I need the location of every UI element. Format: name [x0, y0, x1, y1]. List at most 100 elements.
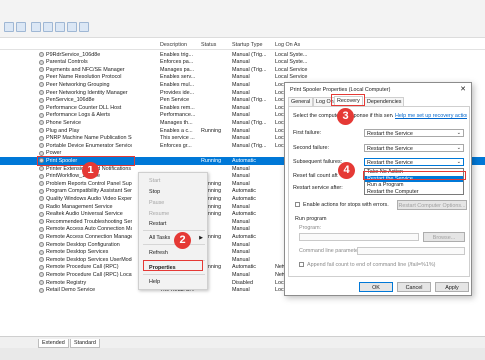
first-failure-select[interactable]: Restart the Service ⌄	[364, 129, 464, 137]
subsequent-failures-value: Restart the Service	[367, 160, 413, 166]
dialog-title: Print Spooler Properties (Local Computer…	[290, 87, 391, 93]
service-description: Enables mul...	[160, 81, 195, 88]
service-description: Manages pa...	[160, 66, 195, 73]
export-icon[interactable]	[67, 22, 77, 32]
service-name: Remote Desktop Services	[46, 249, 109, 256]
service-gear-icon	[39, 234, 44, 240]
service-name: Retail Demo Service	[46, 287, 96, 294]
service-gear-icon	[39, 128, 44, 133]
service-gear-icon	[39, 204, 44, 209]
tab-extended[interactable]: Extended	[38, 339, 69, 348]
step-4-badge: 4	[338, 162, 355, 179]
browse-button[interactable]: Browse...	[423, 232, 465, 242]
service-description: Enforces pa...	[160, 59, 194, 66]
service-description: Enables a c...	[160, 127, 193, 134]
apply-button[interactable]: Apply	[435, 282, 469, 292]
col-status[interactable]: Status	[201, 42, 216, 48]
menu-pause[interactable]: Pause	[149, 200, 164, 206]
service-gear-icon	[39, 74, 44, 80]
restart-computer-options-button[interactable]: Restart Computer Options...	[397, 200, 467, 210]
service-startup-type: Disabled	[232, 279, 253, 286]
service-name: Power	[46, 150, 62, 157]
list-header: Description Status Startup Type Log On A…	[0, 41, 485, 50]
service-startup-type: Manual	[232, 203, 250, 210]
help-link[interactable]: Help me set up recovery actions.	[395, 113, 467, 119]
subsequent-failures-select[interactable]: Restart the Service ⌄	[364, 158, 464, 166]
service-startup-type: Manual (Trig...	[232, 142, 267, 149]
col-startup-type[interactable]: Startup Type	[232, 42, 262, 48]
tab-dependencies[interactable]: Dependencies	[364, 97, 405, 106]
enable-actions-label: Enable actions for stops with errors.	[303, 202, 389, 208]
print-spooler-highlight	[37, 156, 135, 167]
service-gear-icon	[39, 166, 44, 171]
service-log-on-as: Local Syste...	[275, 51, 308, 58]
service-row[interactable]: P9RdrService_106d8e Enables trig... Manual…	[0, 51, 485, 58]
console-tree-icon[interactable]	[31, 22, 41, 32]
service-gear-icon	[39, 97, 44, 103]
service-row[interactable]: Peer Name Resolution Protocol Enables ser…	[0, 74, 485, 81]
refresh-icon[interactable]	[55, 22, 65, 32]
service-startup-type: Manual	[232, 112, 250, 119]
service-startup-type: Manual	[232, 74, 250, 81]
service-description: Enables rem...	[160, 104, 195, 111]
enable-actions-checkbox[interactable]	[295, 202, 300, 207]
properties-icon[interactable]	[43, 22, 53, 32]
run-program-group: Run program	[295, 216, 327, 222]
ok-button[interactable]: OK	[359, 282, 393, 292]
chevron-down-icon: ⌄	[456, 159, 461, 165]
menu-stop[interactable]: Stop	[149, 189, 160, 195]
menu-resume[interactable]: Resume	[149, 211, 169, 217]
service-name: Remote Desktop Configuration	[46, 241, 120, 248]
second-failure-value: Restart the Service	[367, 146, 413, 152]
service-row[interactable]: Parental Controls Enforces pa... Manual Loc…	[0, 59, 485, 66]
forward-icon[interactable]	[16, 22, 26, 32]
service-name: Parental Controls	[46, 59, 88, 66]
menu-refresh[interactable]: Refresh	[149, 250, 168, 256]
service-name: Portable Device Enumerator Service	[46, 142, 132, 149]
cancel-button[interactable]: Cancel	[397, 282, 431, 292]
menu-help[interactable]: Help	[149, 279, 160, 285]
menu-start[interactable]: Start	[149, 178, 160, 184]
help-icon[interactable]	[79, 22, 89, 32]
service-startup-type: Automatic	[232, 195, 256, 202]
service-gear-icon	[39, 249, 44, 255]
service-startup-type: Automatic	[232, 157, 256, 164]
service-row[interactable]: Payments and NFC/SE Manager Manages pa...…	[0, 66, 485, 73]
back-icon[interactable]	[4, 22, 14, 32]
menu-all-tasks[interactable]: All Tasks	[149, 235, 170, 241]
service-gear-icon	[39, 188, 44, 194]
service-name: Remote Registry	[46, 279, 87, 286]
service-description: Performance...	[160, 112, 196, 119]
col-description[interactable]: Description	[160, 42, 187, 48]
service-name: Performance Counter DLL Host	[46, 104, 122, 111]
append-fail-count-checkbox[interactable]	[299, 262, 304, 267]
step-2-badge: 2	[174, 232, 191, 249]
service-startup-type: Manual	[232, 104, 250, 111]
tab-general[interactable]: General	[288, 97, 314, 106]
service-name: Remote Desktop Services UserMode Port Re…	[46, 256, 132, 263]
command-params-field[interactable]	[357, 247, 465, 255]
service-name: Performance Logs & Alerts	[46, 112, 111, 119]
close-icon[interactable]: ✕	[460, 85, 466, 93]
option-restart-computer[interactable]: Restart the Computer	[365, 189, 463, 196]
service-startup-type: Automatic	[232, 264, 256, 271]
restart-after-label: Restart service after:	[293, 185, 343, 191]
col-log-on-as[interactable]: Log On As	[275, 42, 300, 48]
service-gear-icon	[39, 112, 44, 118]
service-status: Running	[201, 157, 222, 164]
service-startup-type: Manual	[232, 81, 250, 88]
service-name: Peer Name Resolution Protocol	[46, 74, 122, 81]
menu-restart[interactable]: Restart	[149, 221, 166, 227]
service-gear-icon	[39, 272, 44, 278]
menu-separator	[143, 230, 205, 231]
program-field[interactable]	[299, 233, 419, 241]
service-description: This service ...	[160, 135, 195, 142]
tab-standard[interactable]: Standard	[70, 339, 100, 348]
service-startup-type: Manual	[232, 180, 250, 187]
second-failure-select[interactable]: Restart the Service ⌄	[364, 144, 464, 152]
service-log-on-as: Local Service	[275, 66, 308, 73]
service-name: Peer Networking Identity Manager	[46, 89, 128, 96]
service-status: Running	[201, 127, 222, 134]
service-startup-type: Manual (Trig...	[232, 66, 267, 73]
service-startup-type: Manual	[232, 59, 250, 66]
